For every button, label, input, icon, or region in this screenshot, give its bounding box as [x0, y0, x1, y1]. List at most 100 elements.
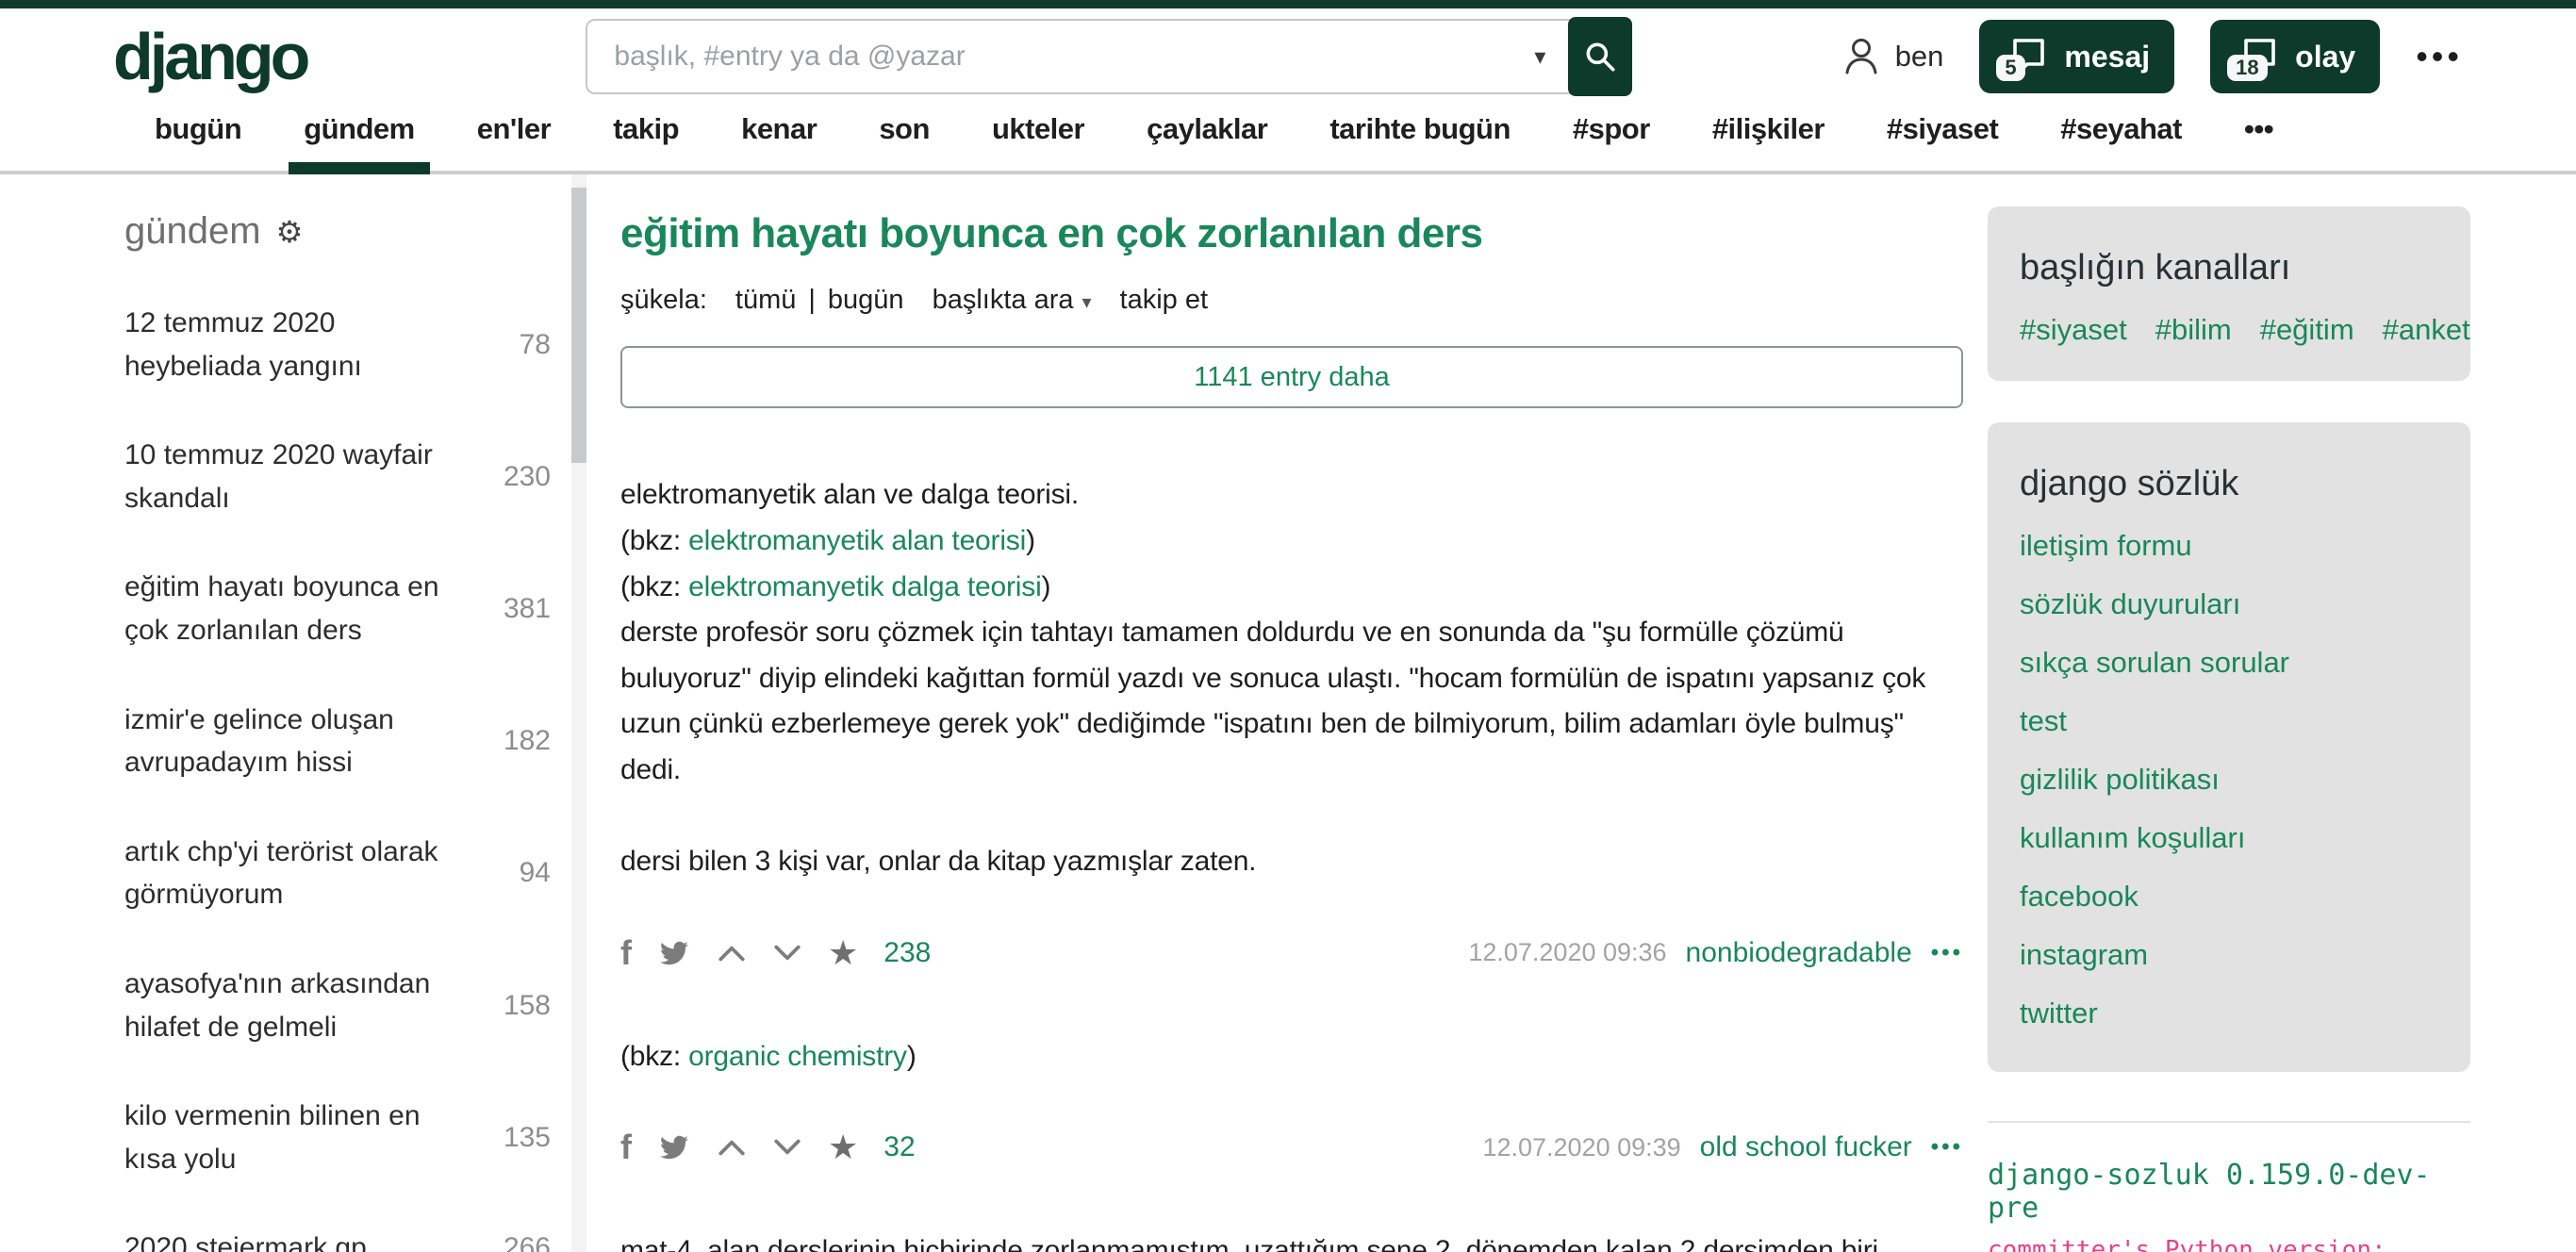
topic-list-item[interactable]: 10 temmuz 2020 wayfair skandalı230: [124, 434, 554, 519]
topic-list-item-title: kilo vermenin bilinen en kısa yolu: [124, 1095, 470, 1180]
tab-gündem[interactable]: gündem: [304, 112, 415, 171]
favorite-star-icon[interactable]: ★: [828, 936, 858, 970]
site-link-iletişim-formu[interactable]: iletişim formu: [2020, 529, 2438, 563]
python-version: committer's Python version: 3.8.2: [1988, 1236, 2470, 1252]
share-facebook-icon[interactable]: f: [620, 1130, 632, 1164]
search-button[interactable]: [1568, 17, 1632, 96]
content: gündem ⚙ 12 temmuz 2020 heybeliada yangı…: [0, 174, 2576, 1252]
entry-author[interactable]: nonbiodegradable: [1686, 937, 1912, 969]
share-twitter-icon[interactable]: [657, 1133, 691, 1161]
tab-#seyahat[interactable]: #seyahat: [2060, 112, 2182, 171]
messages-count-badge: 5: [1996, 55, 2024, 81]
events-count-badge: 18: [2227, 55, 2267, 81]
channel-tag-#bilim[interactable]: #bilim: [2155, 313, 2232, 347]
tab-#ilişkiler[interactable]: #ilişkiler: [1712, 112, 1825, 171]
entry-actions: f★238: [620, 936, 931, 970]
topic-list-item-count: 230: [504, 461, 554, 493]
site-links-box: django sözlük iletişim formusözlük duyur…: [1988, 422, 2470, 1072]
downvote-icon[interactable]: [772, 943, 802, 964]
topic-list-item[interactable]: izmir'e gelince oluşan avrupadayım hissi…: [124, 699, 554, 784]
messages-label: mesaj: [2064, 40, 2150, 74]
upvote-icon[interactable]: [717, 943, 747, 964]
tab-bugün[interactable]: bugün: [155, 112, 241, 171]
tab-more[interactable]: •••: [2244, 112, 2273, 171]
entry-more-menu[interactable]: •••: [1931, 1134, 1963, 1161]
bkz-link[interactable]: elektromanyetik dalga teorisi: [688, 571, 1041, 602]
topic-list-item-count: 381: [504, 593, 554, 625]
search-dropdown-caret-icon[interactable]: ▾: [1534, 43, 1545, 71]
site-links-list: iletişim formu sözlük duyuruları sıkça sor…: [2020, 529, 2438, 1030]
topic-list-item[interactable]: kilo vermenin bilinen en kısa yolu135: [124, 1095, 554, 1180]
left-sidebar-topic-list: gündem ⚙ 12 temmuz 2020 heybeliada yangı…: [111, 174, 554, 1252]
site-link-kullanım-koşulları[interactable]: kullanım koşulları: [2020, 821, 2438, 855]
downvote-icon[interactable]: [772, 1137, 802, 1158]
bkz-link[interactable]: elektromanyetik alan teorisi: [688, 525, 1026, 556]
tab-kenar[interactable]: kenar: [741, 112, 817, 171]
channel-tag-#siyaset[interactable]: #siyaset: [2020, 313, 2127, 347]
site-link-gizlilik-politikası[interactable]: gizlilik politikası: [2020, 763, 2438, 797]
topic-list-item[interactable]: 12 temmuz 2020 heybeliada yangını78: [124, 302, 554, 387]
site-link-twitter[interactable]: twitter: [2020, 997, 2438, 1030]
entry-date[interactable]: 12.07.2020 09:39: [1482, 1133, 1680, 1162]
tab-ukteler[interactable]: ukteler: [992, 112, 1084, 171]
entry-text: mat-4. alan derslerinin hiçbirinde zorla…: [620, 1228, 1963, 1252]
topic-list-item[interactable]: 2020 steiermark gp266: [124, 1227, 554, 1252]
topic-list-item[interactable]: eğitim hayatı boyunca en çok zorlanılan …: [124, 566, 554, 651]
messages-button[interactable]: 5 mesaj: [1979, 20, 2174, 93]
tab-çaylaklar[interactable]: çaylaklar: [1147, 112, 1267, 171]
entry: mat-4. alan derslerinin hiçbirinde zorla…: [620, 1228, 1963, 1252]
search-in-topic-link[interactable]: başlıkta ara▾: [933, 285, 1092, 316]
topic-list-item[interactable]: ayasofya'nın arkasından hilafet de gelme…: [124, 963, 554, 1048]
gear-icon[interactable]: ⚙: [276, 214, 304, 250]
topic-list-item[interactable]: artık chp'yi terörist olarak görmüyorum9…: [124, 831, 554, 916]
site-link-sözlük-duyuruları[interactable]: sözlük duyuruları: [2020, 587, 2438, 621]
entry: (bkz: organic chemistry)f★3212.07.2020 0…: [620, 1034, 1963, 1165]
entry-actions: f★32: [620, 1130, 916, 1164]
top-accent-bar: [0, 0, 2576, 8]
channel-tag-#anket[interactable]: #anket: [2383, 313, 2470, 347]
bkz-link[interactable]: organic chemistry: [688, 1041, 907, 1072]
site-link-instagram[interactable]: instagram: [2020, 938, 2438, 972]
header-more-menu[interactable]: •••: [2416, 37, 2463, 76]
share-facebook-icon[interactable]: f: [620, 936, 632, 970]
site-logo[interactable]: django: [113, 24, 306, 90]
tab-en-ler[interactable]: en'ler: [477, 112, 551, 171]
search-in-topic-label: başlıkta ara: [933, 285, 1074, 315]
filter-separator: |: [808, 285, 816, 316]
entry-more-menu[interactable]: •••: [1931, 940, 1963, 966]
sidebar-scrollbar-thumb[interactable]: [571, 188, 586, 463]
filter-today-link[interactable]: bugün: [828, 285, 904, 316]
entry-date[interactable]: 12.07.2020 09:36: [1468, 938, 1666, 967]
topic-channels-box: başlığın kanalları #siyaset#bilim#eğitim…: [1988, 206, 2470, 381]
topic-channels-tags: #siyaset#bilim#eğitim#anket: [2020, 313, 2438, 347]
tab-takip[interactable]: takip: [613, 112, 679, 171]
site-link-facebook[interactable]: facebook: [2020, 880, 2438, 914]
topic-view: eğitim hayatı boyunca en çok zorlanılan …: [620, 174, 1963, 1252]
channel-tag-#eğitim[interactable]: #eğitim: [2260, 313, 2354, 347]
user-menu[interactable]: ben: [1841, 36, 1944, 77]
entry-meta: 12.07.2020 09:36 nonbiodegradable •••: [1468, 937, 1963, 969]
topic-list-item-count: 94: [520, 857, 554, 889]
left-sidebar-header: gündem ⚙: [124, 210, 554, 253]
tab-#siyaset[interactable]: #siyaset: [1887, 112, 1998, 171]
site-link-test[interactable]: test: [2020, 704, 2438, 738]
load-more-entries-button[interactable]: 1141 entry daha: [620, 346, 1963, 408]
events-button[interactable]: 18 olay: [2210, 20, 2380, 93]
upvote-icon[interactable]: [717, 1137, 747, 1158]
topic-list-item-count: 182: [504, 725, 554, 757]
tab-#spor[interactable]: #spor: [1573, 112, 1650, 171]
footer-divider: [1988, 1121, 2470, 1123]
site-link-sıkça-sorulan-sorular[interactable]: sıkça sorulan sorular: [2020, 646, 2438, 680]
topic-list-item-count: 158: [504, 990, 554, 1022]
tab-son[interactable]: son: [879, 112, 930, 171]
follow-topic-link[interactable]: takip et: [1120, 285, 1209, 316]
tab-tarihte-bugün[interactable]: tarihte bugün: [1329, 112, 1511, 171]
share-twitter-icon[interactable]: [657, 939, 691, 967]
user-label: ben: [1895, 40, 1944, 74]
filter-all-link[interactable]: tümü: [735, 285, 796, 316]
favorite-star-icon[interactable]: ★: [828, 1130, 858, 1164]
topic-list-item-count: 78: [520, 329, 554, 361]
search-icon: [1582, 39, 1618, 74]
search-input[interactable]: [586, 19, 1572, 94]
entry-author[interactable]: old school fucker: [1700, 1131, 1912, 1163]
